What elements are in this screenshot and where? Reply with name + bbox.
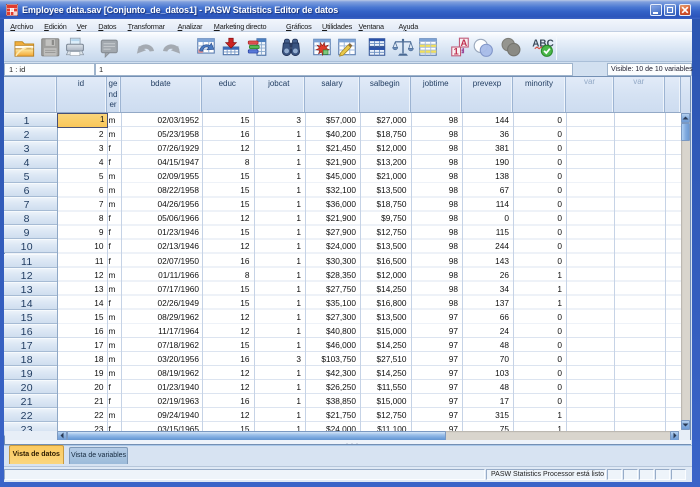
svg-text:1: 1 <box>454 47 459 57</box>
svg-text:A: A <box>460 38 467 48</box>
